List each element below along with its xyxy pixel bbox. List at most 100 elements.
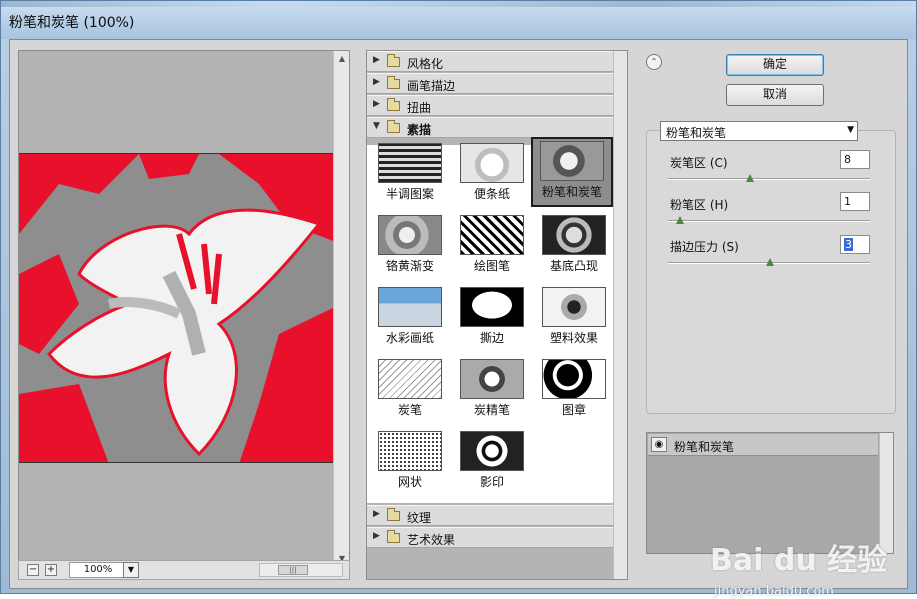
charcoal-area-slider-knob[interactable] (746, 174, 754, 182)
filter-tile-photocopy[interactable]: 影印 (451, 427, 533, 497)
filter-thumbnail (542, 359, 606, 399)
filter-gallery: ▶ 风格化 ▶ 画笔描边 ▶ 扭曲 ▼ 素描 半调图案 便条纸 粉笔和炭笔 铬黄… (366, 50, 628, 580)
zoom-level-field[interactable]: 100% (69, 562, 127, 578)
folder-icon (387, 54, 400, 67)
filter-tile-charcoal[interactable]: 炭笔 (369, 355, 451, 425)
expand-arrow-icon[interactable]: ▶ (373, 77, 380, 87)
filter-thumbnail (460, 287, 524, 327)
filter-thumbnail (378, 431, 442, 471)
filter-tile-bas-relief[interactable]: 基底凸现 (533, 211, 615, 281)
eye-icon[interactable]: ◉ (651, 437, 667, 452)
preview-vertical-scrollbar[interactable]: ▲ ▼ (333, 51, 349, 565)
zoom-out-button[interactable]: − (27, 564, 39, 576)
category-label: 艺术效果 (407, 533, 456, 547)
window-title: 粉笔和炭笔 (100%) (9, 15, 135, 31)
stroke-pressure-value: 3 (844, 238, 853, 251)
filter-thumbnail (460, 143, 524, 183)
expand-arrow-icon[interactable]: ▶ (373, 55, 380, 65)
filter-tile-reticulation[interactable]: 网状 (369, 427, 451, 497)
category-texture[interactable]: ▶ 纹理 (367, 505, 613, 526)
chevron-down-icon[interactable]: ▼ (847, 125, 854, 135)
stroke-pressure-input[interactable]: 3 (840, 235, 870, 254)
title-bar[interactable]: 粉笔和炭笔 (100%) (1, 1, 916, 39)
filter-tile-stamp[interactable]: 图章 (533, 355, 615, 425)
baidu-watermark: Bai du 经验 (710, 543, 888, 578)
preview-pane[interactable]: ▲ ▼ (18, 50, 350, 566)
preview-image (19, 153, 341, 463)
chalk-area-input[interactable]: 1 (840, 192, 870, 211)
filter-label: 水彩画纸 (385, 331, 434, 345)
filter-thumbnail (460, 359, 524, 399)
dialog-client-area: ▲ ▼ − + 100% ▼ ||| ▶ 风格化 ▶ 画笔描边 ▶ 扭曲 ▼ 素… (9, 39, 908, 599)
category-sketch[interactable]: ▼ 素描 (367, 117, 613, 138)
filter-settings-panel (646, 130, 896, 414)
filter-thumbnail (460, 431, 524, 471)
filter-label: 基底凸现 (549, 259, 598, 273)
folder-icon (387, 530, 400, 543)
filter-label: 绘图笔 (473, 259, 510, 273)
filter-thumbnail (540, 141, 604, 181)
filter-label: 粉笔和炭笔 (541, 185, 602, 199)
filter-tile-graphic-pen[interactable]: 绘图笔 (451, 211, 533, 281)
filter-label: 铬黄渐变 (385, 259, 434, 273)
filter-tile-plaster[interactable]: 塑料效果 (533, 283, 615, 353)
folder-icon (387, 98, 400, 111)
filter-tile-halftone[interactable]: 半调图案 (369, 139, 451, 209)
category-brush-strokes[interactable]: ▶ 画笔描边 (367, 73, 613, 94)
filter-tile-conte-crayon[interactable]: 炭精笔 (451, 355, 533, 425)
category-label: 素描 (407, 123, 432, 137)
collapse-arrow-icon[interactable]: ▼ (373, 121, 380, 131)
open-folder-icon (387, 120, 400, 133)
filter-thumbnail (378, 359, 442, 399)
cancel-button[interactable]: 取消 (726, 84, 824, 106)
effect-layer-row[interactable]: ◉ 粉笔和炭笔 (648, 434, 878, 456)
category-label: 风格化 (407, 57, 444, 71)
zoom-dropdown-icon[interactable]: ▼ (123, 562, 139, 578)
chalk-area-slider-knob[interactable] (676, 216, 684, 224)
filter-thumbnail (378, 287, 442, 327)
filter-tile-torn-edges[interactable]: 撕边 (451, 283, 533, 353)
category-stylize[interactable]: ▶ 风格化 (367, 51, 613, 72)
zoom-in-button[interactable]: + (45, 564, 57, 576)
filter-select[interactable]: 粉笔和炭笔 ▼ (660, 121, 858, 141)
filter-tile-chalk-charcoal[interactable]: 粉笔和炭笔 (531, 137, 613, 207)
filter-label: 炭笔 (397, 403, 422, 417)
filter-thumbnail (460, 215, 524, 255)
stroke-pressure-slider-knob[interactable] (766, 258, 774, 266)
filter-thumbnails: 半调图案 便条纸 粉笔和炭笔 铬黄渐变 绘图笔 基底凸现 水彩画纸 撕边 塑料效… (367, 137, 615, 503)
filter-label: 撕边 (479, 331, 504, 345)
expand-arrow-icon[interactable]: ▶ (373, 531, 380, 541)
filter-label: 塑料效果 (549, 331, 598, 345)
filter-gallery-window: 粉笔和炭笔 (100%) ▲ ▼ − + 100% ▼ ||| ▶ 风格化 ▶ … (0, 0, 917, 599)
effect-layer-label: 粉笔和炭笔 (674, 440, 735, 454)
category-label: 扭曲 (407, 101, 432, 115)
filter-tile-water-paper[interactable]: 水彩画纸 (369, 283, 451, 353)
folder-icon (387, 76, 400, 89)
expand-arrow-icon[interactable]: ▶ (373, 509, 380, 519)
filter-thumbnail (542, 215, 606, 255)
category-distort[interactable]: ▶ 扭曲 (367, 95, 613, 116)
filter-thumbnail (378, 143, 442, 183)
stroke-pressure-label: 描边压力 (S) (670, 240, 739, 254)
scrollbar-thumb[interactable]: ||| (278, 565, 308, 575)
chalk-area-label: 粉笔区 (H) (670, 198, 729, 212)
charcoal-area-slider-track[interactable] (668, 178, 870, 180)
category-label: 纹理 (407, 511, 432, 525)
filter-select-value: 粉笔和炭笔 (666, 126, 727, 140)
folder-icon (387, 508, 400, 521)
gallery-scrollbar[interactable] (613, 51, 627, 579)
filter-tile-chrome[interactable]: 铬黄渐变 (369, 211, 451, 281)
category-label: 画笔描边 (407, 79, 456, 93)
preview-horizontal-scrollbar[interactable]: ||| (259, 563, 343, 577)
chalk-area-slider-track[interactable] (668, 220, 870, 222)
filter-label: 便条纸 (473, 187, 510, 201)
scroll-up-arrow-icon[interactable]: ▲ (336, 53, 348, 65)
filter-thumbnail (378, 215, 442, 255)
expand-arrow-icon[interactable]: ▶ (373, 99, 380, 109)
filter-tile-note-paper[interactable]: 便条纸 (451, 139, 533, 209)
category-artistic[interactable]: ▶ 艺术效果 (367, 527, 613, 548)
ok-button[interactable]: 确定 (726, 54, 824, 76)
collapse-gallery-icon[interactable]: ⌃ (646, 54, 662, 70)
watermark-url: jingyan.baidu.com (714, 584, 834, 599)
charcoal-area-input[interactable]: 8 (840, 150, 870, 169)
